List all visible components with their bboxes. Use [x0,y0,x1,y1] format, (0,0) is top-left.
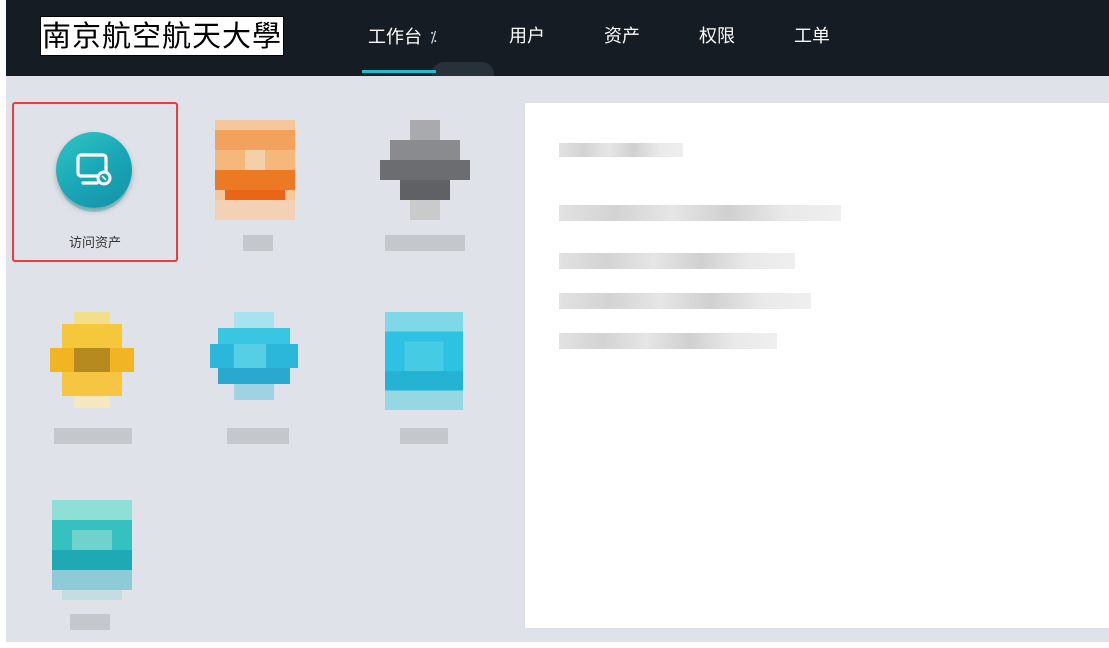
top-navigation-bar: 南京航空航天大學 工作台 ⁒ 用户 资产 权限 工单 [6,0,1109,76]
app-icon-background [56,132,132,208]
university-logo: 南京航空航天大學 [40,16,284,56]
blurred-app-label [400,428,448,444]
blurred-text [559,293,811,309]
blurred-app-label [54,428,132,444]
blurred-app-icon [210,312,298,408]
nav-tab-label: 权限 [699,26,735,47]
nav-tab-label: 用户 [509,26,545,47]
detail-panel [525,103,1109,628]
app-blurred-2[interactable] [380,120,500,260]
app-label: 访问资产 [68,236,121,251]
pin-icon[interactable]: ⁒ [430,22,437,52]
blurred-app-icon [205,120,305,220]
app-blurred-4[interactable] [210,312,330,452]
active-tab-notch [432,62,494,76]
app-blurred-6[interactable] [52,500,172,640]
blurred-app-icon [380,120,470,220]
blurred-app-label [243,235,273,251]
nav-tab-label: 工作台 [368,27,422,48]
blurred-app-icon [52,500,132,600]
blurred-app-icon [384,312,464,410]
blurred-text [559,143,683,157]
nav-tab-users[interactable]: 用户 [509,22,545,52]
blurred-text [559,333,777,349]
blurred-app-label [70,614,110,630]
nav-tab-label: 工单 [794,26,830,47]
app-blurred-3[interactable] [50,312,170,452]
blurred-text [559,253,795,269]
nav-tab-assets[interactable]: 资产 [604,22,640,52]
nav-tab-tickets[interactable]: 工单 [794,22,830,52]
blurred-app-icon [50,312,134,408]
monitor-icon [76,153,112,186]
blurred-app-label [385,235,465,251]
blurred-app-label [227,428,289,444]
nav-tab-workbench[interactable]: 工作台 ⁒ [368,22,437,52]
app-access-assets[interactable]: 访问资产 [12,102,178,262]
app-blurred-5[interactable] [384,312,504,452]
nav-tab-permissions[interactable]: 权限 [699,22,735,52]
nav-tab-label: 资产 [604,26,640,47]
blurred-text [559,205,841,221]
app-blurred-1[interactable] [205,120,325,260]
active-tab-indicator [362,70,436,73]
